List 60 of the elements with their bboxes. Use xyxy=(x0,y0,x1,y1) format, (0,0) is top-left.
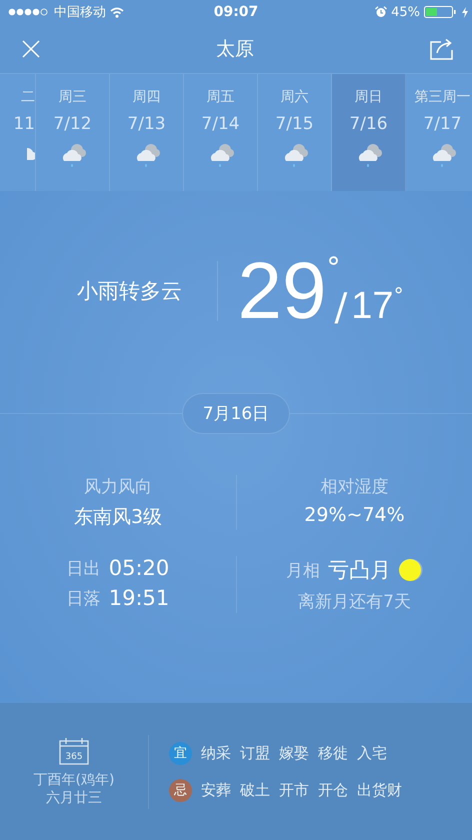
moon-phase: 亏凸月 xyxy=(328,557,391,584)
almanac-activity: 出货财 xyxy=(357,780,402,800)
almanac-activity: 订盟 xyxy=(240,744,270,762)
calendar-icon: 365 xyxy=(59,736,89,764)
almanac-tag: 宜 xyxy=(169,742,192,764)
lunar-year: 丁酉年(鸡年) xyxy=(34,770,114,788)
almanac-activity: 入宅 xyxy=(357,744,387,762)
carrier-name: 中国移动 xyxy=(54,4,106,21)
wifi-icon xyxy=(110,6,124,18)
almanac-tag: 忌 xyxy=(169,778,192,802)
temperature-separator: / xyxy=(334,285,348,329)
day-label: 周六 xyxy=(280,88,308,106)
day-date: 7/13 xyxy=(127,114,166,134)
sun-label: 日落 xyxy=(66,588,101,610)
lunar-date: 六月廿三 xyxy=(46,788,102,806)
almanac-activity: 破土 xyxy=(240,780,270,800)
almanac-activity: 开市 xyxy=(279,780,309,800)
share-icon xyxy=(430,38,454,60)
battery-percent: 45% xyxy=(391,4,420,20)
day-label: 周五 xyxy=(206,88,234,106)
signal-icon xyxy=(8,8,50,16)
day-label: 二 xyxy=(21,88,35,106)
sun-label: 日出 xyxy=(66,558,101,580)
high-temperature: 29 xyxy=(238,251,326,331)
day-date: 11 xyxy=(13,114,35,134)
day-date: 7/17 xyxy=(423,114,462,134)
date-pill: 7月16日 xyxy=(182,392,290,434)
moon-icon xyxy=(399,558,423,582)
day-label: 周日 xyxy=(354,88,382,106)
day-date: 7/15 xyxy=(275,114,314,134)
sun-time: 05:20 xyxy=(108,556,170,580)
close-icon xyxy=(22,40,40,58)
day-date: 7/16 xyxy=(349,114,388,134)
moon-label: 月相 xyxy=(286,560,320,582)
almanac-activity: 移徙 xyxy=(318,744,348,762)
battery-icon xyxy=(424,6,458,18)
day-tab[interactable]: 周日 7/16 xyxy=(332,74,406,191)
low-temperature: 17 xyxy=(351,285,394,328)
moon-note: 离新月还有7天 xyxy=(298,591,411,613)
almanac-activity: 纳采 xyxy=(201,744,231,762)
day-label: 周三 xyxy=(58,88,86,106)
day-date: 7/12 xyxy=(53,114,92,134)
detail-value: 东南风3级 xyxy=(74,505,162,530)
day-date: 7/14 xyxy=(201,114,240,134)
detail-label: 相对湿度 xyxy=(320,476,388,498)
detail-value: 29%~74% xyxy=(304,504,405,526)
weather-condition: 小雨转多云 xyxy=(76,278,183,305)
sun-time: 19:51 xyxy=(108,586,170,610)
city-title: 太原 xyxy=(216,36,254,62)
almanac-activity: 开仓 xyxy=(318,780,348,800)
detail-label: 风力风向 xyxy=(84,476,152,498)
charging-icon xyxy=(462,6,468,18)
day-label: 第三周一 xyxy=(414,88,470,106)
almanac-activity: 安葬 xyxy=(201,780,231,800)
alarm-icon xyxy=(375,6,388,18)
day-label: 周四 xyxy=(132,88,160,106)
degree-sign: ° xyxy=(394,283,404,307)
degree-sign: ° xyxy=(326,251,340,284)
status-time: 09:07 xyxy=(214,4,258,20)
almanac-activity: 嫁娶 xyxy=(279,744,309,762)
